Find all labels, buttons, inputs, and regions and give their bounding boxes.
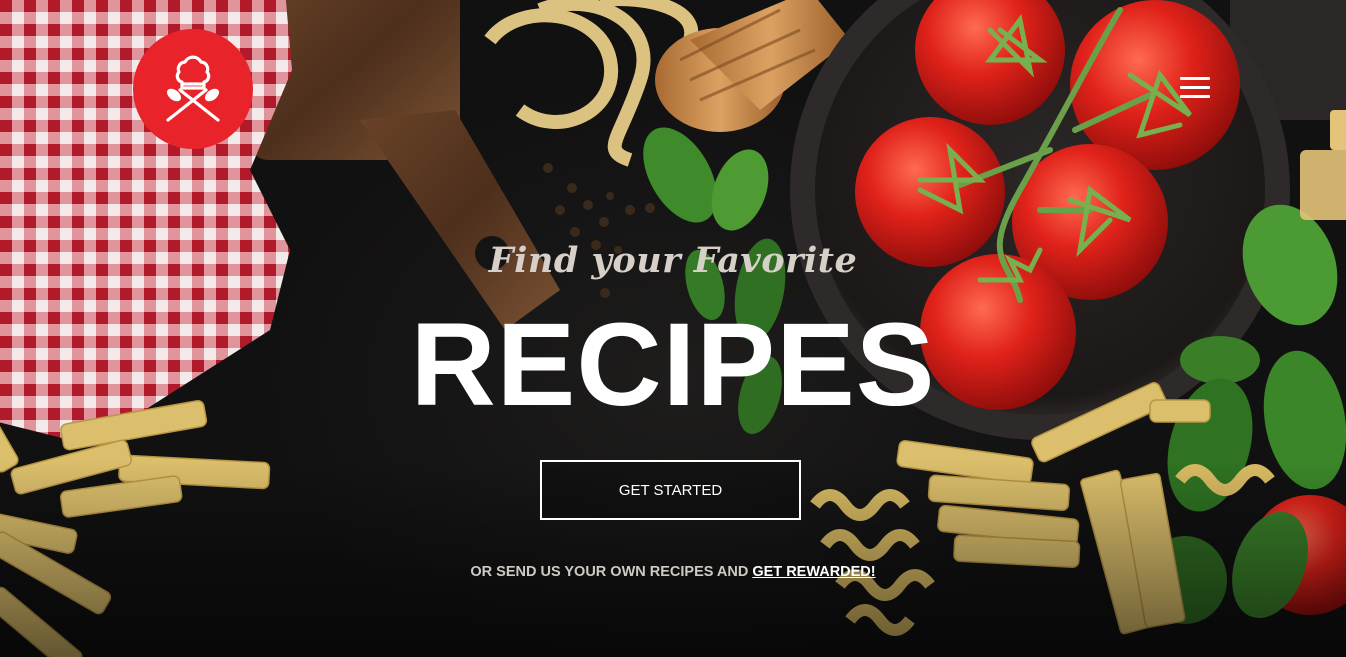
hero-tagline: Find your Favorite bbox=[488, 240, 858, 281]
hero-section: Find your Favorite RECIPES GET STARTED O… bbox=[0, 0, 1346, 657]
hamburger-menu-icon[interactable] bbox=[1178, 74, 1212, 102]
subline-text: OR SEND US YOUR OWN RECIPES AND bbox=[470, 564, 753, 580]
penne-pasta bbox=[0, 400, 271, 657]
pasta-sheets-right bbox=[1300, 110, 1346, 220]
get-started-button[interactable]: GET STARTED bbox=[540, 460, 801, 520]
get-rewarded-link[interactable]: GET REWARDED! bbox=[752, 564, 875, 580]
hero-headline: RECIPES bbox=[410, 299, 936, 431]
chef-hat-crossed-spoons-icon bbox=[166, 55, 220, 122]
hero-subline: OR SEND US YOUR OWN RECIPES AND GET REWA… bbox=[0, 564, 1346, 580]
brand-logo[interactable] bbox=[133, 29, 253, 149]
